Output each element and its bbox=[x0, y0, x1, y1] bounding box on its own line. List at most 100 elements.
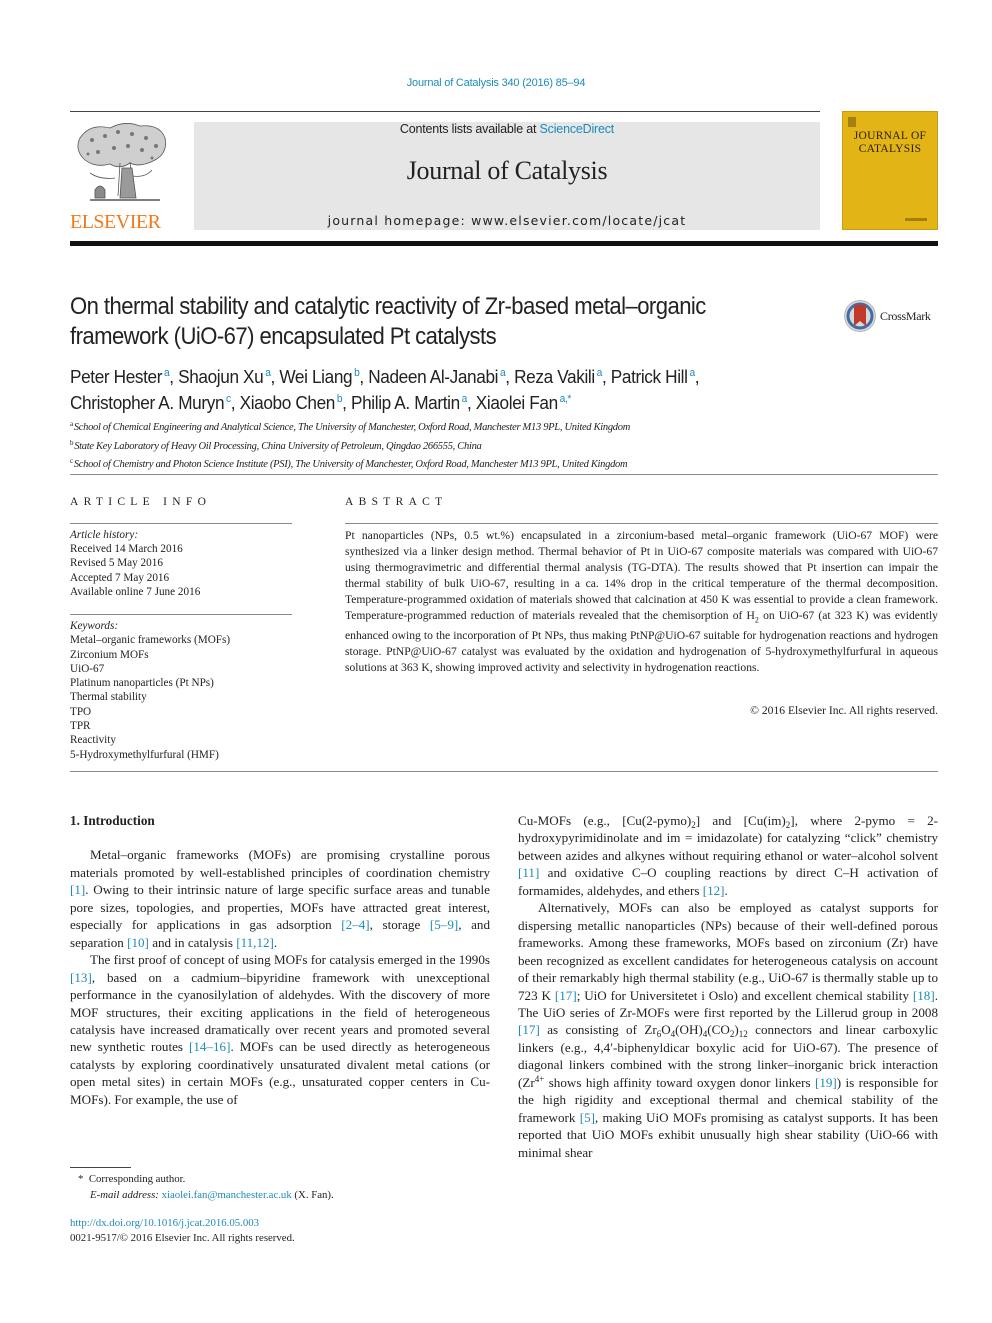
author-name[interactable]: Xiaolei Fan bbox=[476, 392, 558, 413]
footnote-rule bbox=[70, 1167, 131, 1168]
citation-link[interactable]: [10] bbox=[127, 935, 149, 950]
crossmark-button[interactable]: CrossMark bbox=[843, 298, 943, 334]
journal-name: Journal of Catalysis bbox=[406, 156, 608, 185]
article-history: Article history: Received 14 March 2016 R… bbox=[70, 528, 300, 599]
crossmark-icon bbox=[844, 300, 876, 332]
elsevier-logo[interactable]: ELSEVIER bbox=[70, 118, 172, 234]
article-info-heading: ARTICLE INFO bbox=[70, 496, 212, 508]
divider bbox=[70, 474, 938, 475]
affiliation-key: a bbox=[70, 420, 73, 428]
abstract-text: Pt nanoparticles (NPs, 0.5 wt.%) encapsu… bbox=[345, 528, 938, 675]
body-paragraph: Alternatively, MOFs can also be employed… bbox=[518, 900, 938, 1160]
divider bbox=[345, 523, 938, 524]
keyword-item: 5-Hydroxymethylfurfural (HMF) bbox=[70, 748, 219, 761]
affiliation-marker[interactable]: a bbox=[597, 367, 603, 379]
author-name[interactable]: Patrick Hill bbox=[611, 366, 688, 387]
title-line-1: On thermal stability and catalytic react… bbox=[70, 293, 706, 320]
citation-link[interactable]: [18] bbox=[913, 988, 935, 1003]
email-suffix: (X. Fan). bbox=[291, 1189, 334, 1201]
affiliation-marker[interactable]: b bbox=[337, 393, 343, 405]
title-line-2: framework (UiO-67) encapsulated Pt catal… bbox=[70, 323, 497, 350]
contents-available-line: Contents lists available at ScienceDirec… bbox=[194, 122, 820, 136]
citation-link[interactable]: [12] bbox=[703, 883, 725, 898]
subscript: 2 bbox=[691, 820, 696, 830]
affiliation-marker[interactable]: a bbox=[689, 367, 695, 379]
journal-citation-link[interactable]: Journal of Catalysis 340 (2016) 85–94 bbox=[0, 77, 992, 89]
affiliation-marker[interactable]: c bbox=[226, 393, 231, 405]
subscript: 4 bbox=[670, 1029, 676, 1040]
author: Wei Liang b, bbox=[279, 366, 369, 387]
citation-link[interactable]: [1] bbox=[70, 882, 85, 897]
sciencedirect-link[interactable]: ScienceDirect bbox=[540, 122, 615, 136]
homepage-link[interactable]: www.elsevier.com/locate/jcat bbox=[471, 213, 686, 228]
affiliation-marker[interactable]: a bbox=[164, 367, 170, 379]
homepage-prefix: journal homepage: bbox=[327, 213, 472, 228]
affiliation-text: School of Chemical Engineering and Analy… bbox=[73, 422, 630, 433]
keyword-item: TPR bbox=[70, 720, 91, 733]
citation-link[interactable]: [13] bbox=[70, 970, 92, 985]
corresponding-author-note: * Corresponding author. bbox=[70, 1171, 490, 1187]
author-name[interactable]: Nadeen Al-Janabi bbox=[368, 366, 498, 387]
superscript: 4+ bbox=[534, 1073, 545, 1084]
author: Peter Hester a, bbox=[70, 366, 179, 387]
cover-title-line1: JOURNAL OF bbox=[853, 130, 927, 142]
citation-link[interactable]: [19] bbox=[815, 1075, 837, 1090]
divider bbox=[70, 771, 938, 772]
body-paragraph: Metal–organic frameworks (MOFs) are prom… bbox=[70, 847, 490, 950]
affiliation-marker[interactable]: a bbox=[462, 393, 468, 405]
abstract-heading: ABSTRACT bbox=[345, 496, 448, 508]
affiliation-marker[interactable]: a bbox=[500, 367, 506, 379]
author-name[interactable]: Philip A. Martin bbox=[351, 392, 460, 413]
keyword-item: TPO bbox=[70, 705, 92, 718]
keyword-item: UiO-67 bbox=[70, 662, 105, 675]
divider bbox=[70, 614, 292, 615]
email-link[interactable]: xiaolei.fan@manchester.ac.uk bbox=[162, 1189, 292, 1201]
citation-link[interactable]: [17] bbox=[518, 1022, 540, 1037]
journal-masthead: Contents lists available at ScienceDirec… bbox=[194, 122, 820, 230]
author-name[interactable]: Wei Liang bbox=[279, 366, 352, 387]
citation-link[interactable]: [2–4] bbox=[341, 917, 369, 932]
author-name[interactable]: Christopher A. Muryn bbox=[70, 392, 225, 413]
journal-homepage: journal homepage: www.elsevier.com/locat… bbox=[194, 213, 820, 228]
author: Nadeen Al-Janabi a, bbox=[368, 366, 515, 387]
subscript: 4 bbox=[702, 1029, 708, 1040]
author-name[interactable]: Shaojun Xu bbox=[178, 366, 264, 387]
journal-cover-thumbnail[interactable]: JOURNAL OF CATALYSIS bbox=[842, 111, 938, 230]
author: Shaojun Xu a, bbox=[178, 366, 280, 387]
affiliation-marker[interactable]: b bbox=[354, 367, 360, 379]
citation-link[interactable]: [14–16] bbox=[189, 1039, 230, 1054]
body-column-left: 1. Introduction Metal–organic frameworks… bbox=[70, 812, 490, 1108]
author-name[interactable]: Peter Hester bbox=[70, 366, 162, 387]
author-name[interactable]: Xiaobo Chen bbox=[240, 392, 336, 413]
affiliation-marker[interactable]: a bbox=[265, 367, 271, 379]
citation-link[interactable]: [11] bbox=[518, 865, 539, 880]
author-name[interactable]: Reza Vakili bbox=[514, 366, 595, 387]
affiliation-marker[interactable]: a,* bbox=[560, 393, 572, 405]
cover-publisher-icon bbox=[848, 117, 856, 127]
doi-link[interactable]: http://dx.doi.org/10.1016/j.jcat.2016.05… bbox=[70, 1216, 490, 1231]
citation-link[interactable]: [17] bbox=[555, 988, 577, 1003]
cover-footer-mark bbox=[905, 218, 927, 221]
keywords-label: Keywords: bbox=[70, 620, 119, 632]
history-item: Available online 7 June 2016 bbox=[70, 585, 201, 598]
keyword-item: Zirconium MOFs bbox=[70, 648, 149, 661]
email-note: E-mail address: xiaolei.fan@manchester.a… bbox=[70, 1187, 490, 1203]
subscript: 12 bbox=[738, 1029, 748, 1040]
citation-link[interactable]: [5–9] bbox=[430, 917, 458, 932]
subscript: 2 bbox=[729, 1029, 735, 1040]
affiliation-key: b bbox=[70, 438, 74, 447]
author: Philip A. Martin a, bbox=[350, 392, 476, 413]
masthead-bottom-rule bbox=[70, 241, 938, 246]
history-item: Revised 5 May 2016 bbox=[70, 557, 163, 570]
citation-link[interactable]: [5] bbox=[580, 1110, 595, 1125]
issn-copyright: 0021-9517/© 2016 Elsevier Inc. All right… bbox=[70, 1232, 295, 1244]
keyword-item: Platinum nanoparticles (Pt NPs) bbox=[70, 677, 214, 690]
keyword-list: Metal–organic frameworks (MOFs) Zirconium… bbox=[70, 633, 300, 762]
email-label: E-mail address: bbox=[90, 1189, 162, 1201]
doi-block: http://dx.doi.org/10.1016/j.jcat.2016.05… bbox=[70, 1216, 490, 1246]
corresponding-author-label: Corresponding author. bbox=[88, 1173, 186, 1185]
header-rule bbox=[70, 111, 820, 112]
footnotes: * Corresponding author. E-mail address: … bbox=[70, 1171, 490, 1203]
citation-link[interactable]: [11,12] bbox=[236, 935, 274, 950]
author: Xiaolei Fan a,* bbox=[476, 392, 572, 413]
